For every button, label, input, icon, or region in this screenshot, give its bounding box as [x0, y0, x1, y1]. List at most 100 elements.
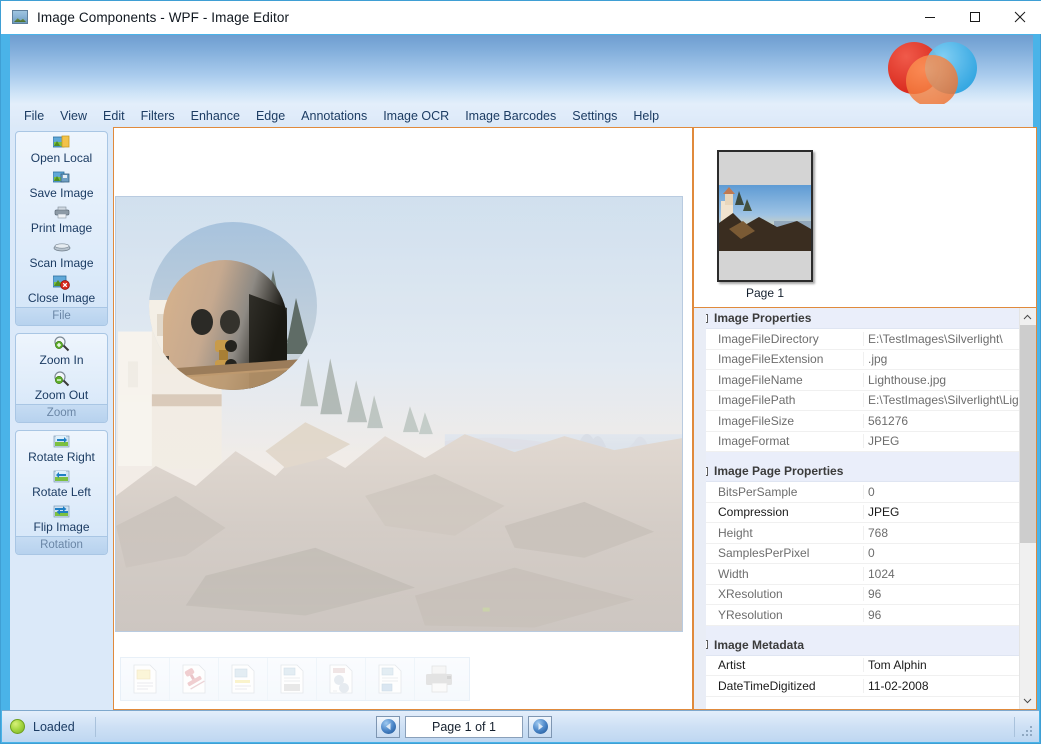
property-row[interactable]: XResolution 96 [706, 585, 1019, 605]
property-key: Width [706, 566, 864, 581]
sidebar-item-scan-image[interactable]: Scan Image [16, 237, 107, 272]
property-value: 561276 [868, 413, 909, 428]
menu-edit[interactable]: Edit [95, 106, 133, 126]
menu-enhance[interactable]: Enhance [183, 106, 248, 126]
property-row[interactable]: DateTimeDigitized 11-02-2008 [706, 676, 1019, 697]
menu-filters[interactable]: Filters [133, 106, 183, 126]
property-row[interactable]: ImageFileExtension .jpg [706, 350, 1019, 370]
property-value: 0 [868, 484, 875, 499]
properties-section-header[interactable]: Image Properties [705, 308, 1019, 329]
collapse-icon[interactable] [705, 640, 708, 649]
collapse-icon[interactable] [705, 313, 708, 323]
menu-help[interactable]: Help [625, 106, 667, 126]
image-viewer-panel [113, 127, 693, 710]
sidebar-item-close-image[interactable]: Close Image [16, 272, 107, 307]
resize-grip-icon[interactable] [1021, 725, 1034, 738]
sidebar-item-open-local[interactable]: Open Local [16, 132, 107, 167]
property-row[interactable]: ImageFileName Lighthouse.jpg [706, 370, 1019, 391]
property-row[interactable]: ImageFormat JPEG [706, 432, 1019, 452]
menu-annotations[interactable]: Annotations [293, 106, 375, 126]
sidebar-item-label: Close Image [27, 291, 96, 305]
magnifier-plus-icon [53, 335, 71, 353]
sidebar-group-file: Open Local Save Image Print Image Scan I… [15, 131, 108, 326]
property-value: E:\TestImages\Silverlight\ [868, 331, 1003, 346]
right-panel: Page 1 Image Properties ImageFileDirecto… [693, 127, 1037, 710]
properties-panel: Image Properties ImageFileDirectory E:\T… [693, 308, 1037, 710]
shape-annotation-icon[interactable] [317, 658, 366, 700]
image-canvas[interactable] [114, 128, 692, 709]
left-toolbar: Open Local Save Image Print Image Scan I… [10, 127, 113, 710]
scrollbar-thumb[interactable] [1019, 325, 1036, 543]
sidebar-item-rotate-left[interactable]: Rotate Left [16, 466, 107, 501]
property-value: JPEG [868, 505, 900, 520]
image-annotation-icon[interactable] [366, 658, 415, 700]
status-bar: Loaded Page 1 of 1 [2, 710, 1039, 742]
magnifier-lens[interactable] [149, 222, 317, 390]
stamp-annotation-icon[interactable] [170, 658, 219, 700]
sidebar-item-flip-image[interactable]: Flip Image [16, 501, 107, 536]
status-text: Loaded [33, 719, 75, 734]
menu-view[interactable]: View [52, 106, 95, 126]
image-display-frame[interactable] [115, 196, 683, 632]
sidebar-item-save-image[interactable]: Save Image [16, 167, 107, 202]
property-row[interactable]: Width 1024 [706, 564, 1019, 585]
sidebar-item-label: Rotate Left [32, 485, 91, 499]
property-row[interactable]: BitsPerSample 0 [706, 482, 1019, 503]
property-row[interactable]: ImageFileDirectory E:\TestImages\Silverl… [706, 329, 1019, 350]
property-row[interactable]: YResolution 96 [706, 605, 1019, 626]
property-value: 768 [868, 525, 889, 540]
chevron-up-icon[interactable] [1020, 308, 1036, 325]
thumbnail-page-1[interactable] [717, 150, 813, 282]
menu-file[interactable]: File [16, 106, 52, 126]
minimize-icon[interactable] [907, 1, 952, 34]
prev-page-button[interactable] [376, 715, 400, 738]
redact-annotation-icon[interactable] [268, 658, 317, 700]
property-row[interactable]: SamplesPerPixel 0 [706, 544, 1019, 564]
properties-section-header[interactable]: Image Metadata [705, 634, 1019, 656]
highlight-annotation-icon[interactable] [219, 658, 268, 700]
sidebar-item-zoom-in[interactable]: Zoom In [16, 334, 107, 369]
image-delete-icon [53, 273, 71, 291]
menu-settings[interactable]: Settings [564, 106, 625, 126]
menu-image-barcodes[interactable]: Image Barcodes [457, 106, 564, 126]
next-page-button[interactable] [528, 715, 552, 738]
thumbnail-panel[interactable]: Page 1 [693, 127, 1037, 308]
sidebar-group-caption-rotation: Rotation [16, 536, 107, 554]
sticky-note-annotation-icon[interactable] [121, 658, 170, 700]
print-annotation-icon[interactable] [415, 658, 464, 700]
title-bar: Image Components - WPF - Image Editor [1, 1, 1041, 34]
property-row[interactable]: ImageFileSize 561276 [706, 411, 1019, 432]
properties-grid[interactable]: Image Properties ImageFileDirectory E:\T… [694, 308, 1019, 709]
property-row[interactable]: Artist Tom Alphin [706, 656, 1019, 676]
sidebar-item-zoom-out[interactable]: Zoom Out [16, 369, 107, 404]
property-key: YResolution [706, 607, 864, 622]
thumbnail-label: Page 1 [745, 286, 785, 300]
sidebar-item-rotate-right[interactable]: Rotate Right [16, 431, 107, 466]
collapse-icon[interactable] [705, 466, 708, 476]
property-key: Height [706, 525, 864, 540]
property-key: Artist [706, 658, 864, 673]
property-value: JPEG [868, 434, 900, 449]
main-body: Open Local Save Image Print Image Scan I… [10, 127, 1037, 710]
property-key: ImageFileDirectory [706, 331, 864, 346]
close-icon[interactable] [997, 1, 1041, 34]
section-title: Image Properties [714, 311, 812, 325]
sidebar-item-label: Zoom In [39, 353, 84, 367]
property-row[interactable]: ImageFilePath E:\TestImages\Silverlight\… [706, 391, 1019, 411]
page-indicator[interactable]: Page 1 of 1 [405, 715, 523, 738]
chevron-down-icon[interactable] [1020, 692, 1036, 709]
properties-section-header[interactable]: Image Page Properties [705, 461, 1019, 482]
flip-image-icon [53, 502, 71, 520]
menu-edge[interactable]: Edge [248, 106, 293, 126]
sidebar-item-print-image[interactable]: Print Image [16, 202, 107, 237]
property-row[interactable]: Height 768 [706, 523, 1019, 544]
property-value: 96 [868, 587, 882, 602]
property-key: XResolution [706, 587, 864, 602]
window-title: Image Components - WPF - Image Editor [37, 9, 290, 25]
menu-image-ocr[interactable]: Image OCR [375, 106, 457, 126]
properties-scrollbar[interactable] [1018, 308, 1036, 709]
sidebar-item-label: Flip Image [33, 520, 90, 534]
property-row[interactable]: Compression JPEG [706, 503, 1019, 523]
maximize-icon[interactable] [952, 1, 997, 34]
magnifier-minus-icon [53, 370, 71, 388]
